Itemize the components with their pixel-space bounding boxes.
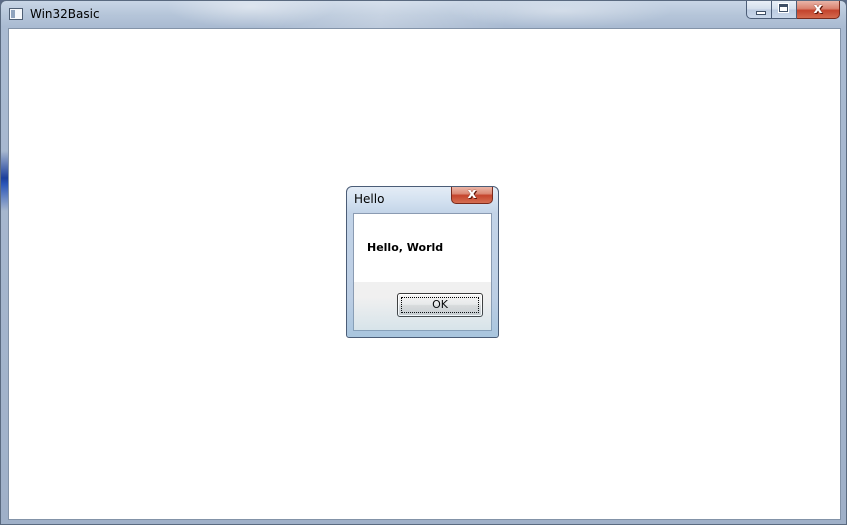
dialog-content: Hello, World OK [353, 213, 492, 331]
window-border-highlight [1, 151, 8, 211]
dialog-button-bar: OK [354, 282, 491, 330]
minimize-button[interactable] [746, 1, 772, 19]
dialog-message: Hello, World [367, 241, 444, 254]
dialog-title: Hello [354, 192, 385, 206]
ok-button-label: OK [432, 298, 448, 311]
close-button[interactable]: x [797, 1, 840, 19]
ok-button[interactable]: OK [397, 293, 483, 317]
application-icon[interactable] [9, 8, 23, 20]
title-bar[interactable]: Win32Basic x [1, 1, 846, 27]
minimize-icon [756, 11, 766, 15]
message-box-dialog: Hello x Hello, World OK [346, 186, 499, 338]
maximize-icon [778, 3, 789, 13]
close-icon: x [813, 1, 823, 17]
close-icon: x [467, 186, 477, 202]
dialog-close-button[interactable]: x [451, 186, 493, 204]
caption-buttons: x [746, 1, 840, 20]
window-title: Win32Basic [30, 7, 100, 21]
maximize-button[interactable] [772, 1, 797, 19]
